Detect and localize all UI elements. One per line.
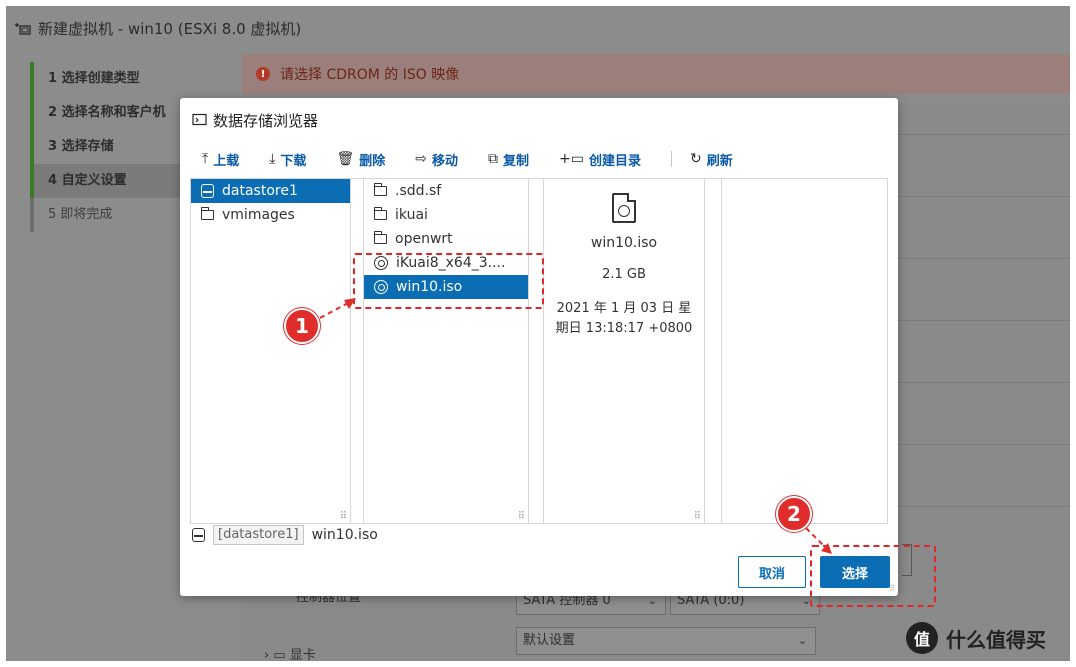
column-resize-handle[interactable]: ⠿	[340, 512, 347, 522]
empty-column	[721, 179, 889, 523]
trash-icon: 🗑	[336, 151, 355, 167]
annotation-box-1	[353, 253, 544, 309]
files-column: .sdd.sf ikuai openwrt iKuai8_x64_3.... w…	[363, 179, 529, 523]
upload-icon: ⤒	[202, 151, 209, 167]
create-directory-button[interactable]: +▭ 创建目录	[559, 150, 641, 169]
divider	[892, 320, 1070, 321]
divider	[892, 506, 1070, 507]
upload-button[interactable]: ⤒ 上载	[202, 150, 239, 169]
watermark-logo-icon: 值	[906, 622, 938, 654]
toolbar: ⤒ 上载 ⤓ 下载 🗑 删除 ⇨ 移动 ⧉ 复制 +▭ 创建目录 ↻ 刷新	[202, 148, 763, 170]
error-icon: !	[256, 67, 270, 81]
divider	[892, 382, 1070, 383]
file-item[interactable]: ikuai	[364, 203, 528, 227]
datastore-column: datastore1 vmimages ⠿	[191, 179, 351, 523]
annotation-badge-1: 1	[284, 308, 320, 344]
delete-button[interactable]: 🗑 删除	[336, 150, 385, 169]
move-icon: ⇨	[415, 151, 427, 167]
datastore-icon	[192, 528, 205, 542]
annotation-box-2	[810, 545, 936, 607]
monitor-icon: ▭	[273, 648, 286, 661]
preview-column: win10.iso 2.1 GB 2021 年 1 月 03 日 星 期日 13…	[543, 179, 705, 523]
preview-filename: win10.iso	[590, 235, 658, 251]
error-banner: ! 请选择 CDROM 的 ISO 映像	[242, 54, 1070, 94]
folder-icon	[373, 207, 387, 220]
gpu-label-text: 显卡	[289, 648, 316, 661]
datastore-icon	[201, 184, 214, 198]
folder-icon	[373, 231, 387, 244]
datastore-item[interactable]: vmimages	[191, 203, 350, 227]
wizard-step-1[interactable]: 1 选择创建类型	[30, 62, 220, 96]
refresh-icon: ↻	[689, 151, 702, 167]
chevron-down-icon: ⌄	[797, 634, 807, 647]
file-item[interactable]: .sdd.sf	[364, 179, 528, 203]
download-icon: ⤓	[269, 151, 276, 167]
file-item[interactable]: openwrt	[364, 227, 528, 251]
cancel-button[interactable]: 取消	[738, 556, 806, 588]
divider	[892, 258, 1070, 259]
copy-button[interactable]: ⧉ 复制	[488, 150, 529, 169]
divider	[892, 444, 1070, 445]
column-resize-handle[interactable]: ⠿	[694, 512, 701, 522]
divider	[892, 196, 1070, 197]
folder-icon	[373, 183, 387, 196]
wizard-title-text: 新建虚拟机 - win10 (ESXi 8.0 虚拟机)	[38, 20, 302, 38]
watermark-text: 什么值得买	[946, 627, 1046, 652]
copy-icon: ⧉	[487, 151, 498, 167]
path-filename: win10.iso	[311, 527, 378, 543]
gpu-select-value: 默认设置	[523, 633, 576, 648]
annotation-badge-2: 2	[776, 496, 812, 532]
toolbar-separator	[670, 151, 672, 167]
wizard-title: 新建虚拟机 - win10 (ESXi 8.0 虚拟机)	[14, 18, 301, 39]
download-button[interactable]: ⤓ 下载	[269, 150, 306, 169]
dialog-header: 数据存储浏览器	[192, 110, 318, 131]
folder-icon	[200, 207, 214, 220]
preview-date-line1: 2021 年 1 月 03 日 星	[556, 301, 692, 316]
new-vm-icon	[14, 22, 32, 36]
datastore-item[interactable]: datastore1	[191, 179, 350, 203]
dialog-title: 数据存储浏览器	[213, 112, 319, 130]
file-browser: datastore1 vmimages ⠿ .sdd.sf ikuai open…	[190, 178, 888, 524]
preview-date-line2: 期日 13:18:17 +0800	[555, 321, 693, 336]
gpu-label[interactable]: › ▭ 显卡	[264, 644, 316, 661]
divider	[892, 134, 1070, 135]
new-folder-icon: +▭	[559, 151, 584, 167]
selected-path: [datastore1] win10.iso	[192, 524, 378, 546]
refresh-button[interactable]: ↻ 刷新	[690, 150, 733, 169]
path-datastore-tag: [datastore1]	[213, 525, 304, 545]
watermark: 值 什么值得买	[906, 622, 1046, 654]
preview-size: 2.1 GB	[602, 267, 646, 282]
chevron-right-icon: ›	[264, 648, 270, 661]
move-button[interactable]: ⇨ 移动	[415, 150, 458, 169]
column-resize-handle[interactable]: ⠿	[518, 512, 525, 522]
gpu-select[interactable]: 默认设置 ⌄	[516, 627, 816, 655]
datastore-browser-icon	[192, 112, 207, 130]
error-message: 请选择 CDROM 的 ISO 映像	[280, 67, 460, 83]
iso-file-icon	[612, 193, 636, 223]
